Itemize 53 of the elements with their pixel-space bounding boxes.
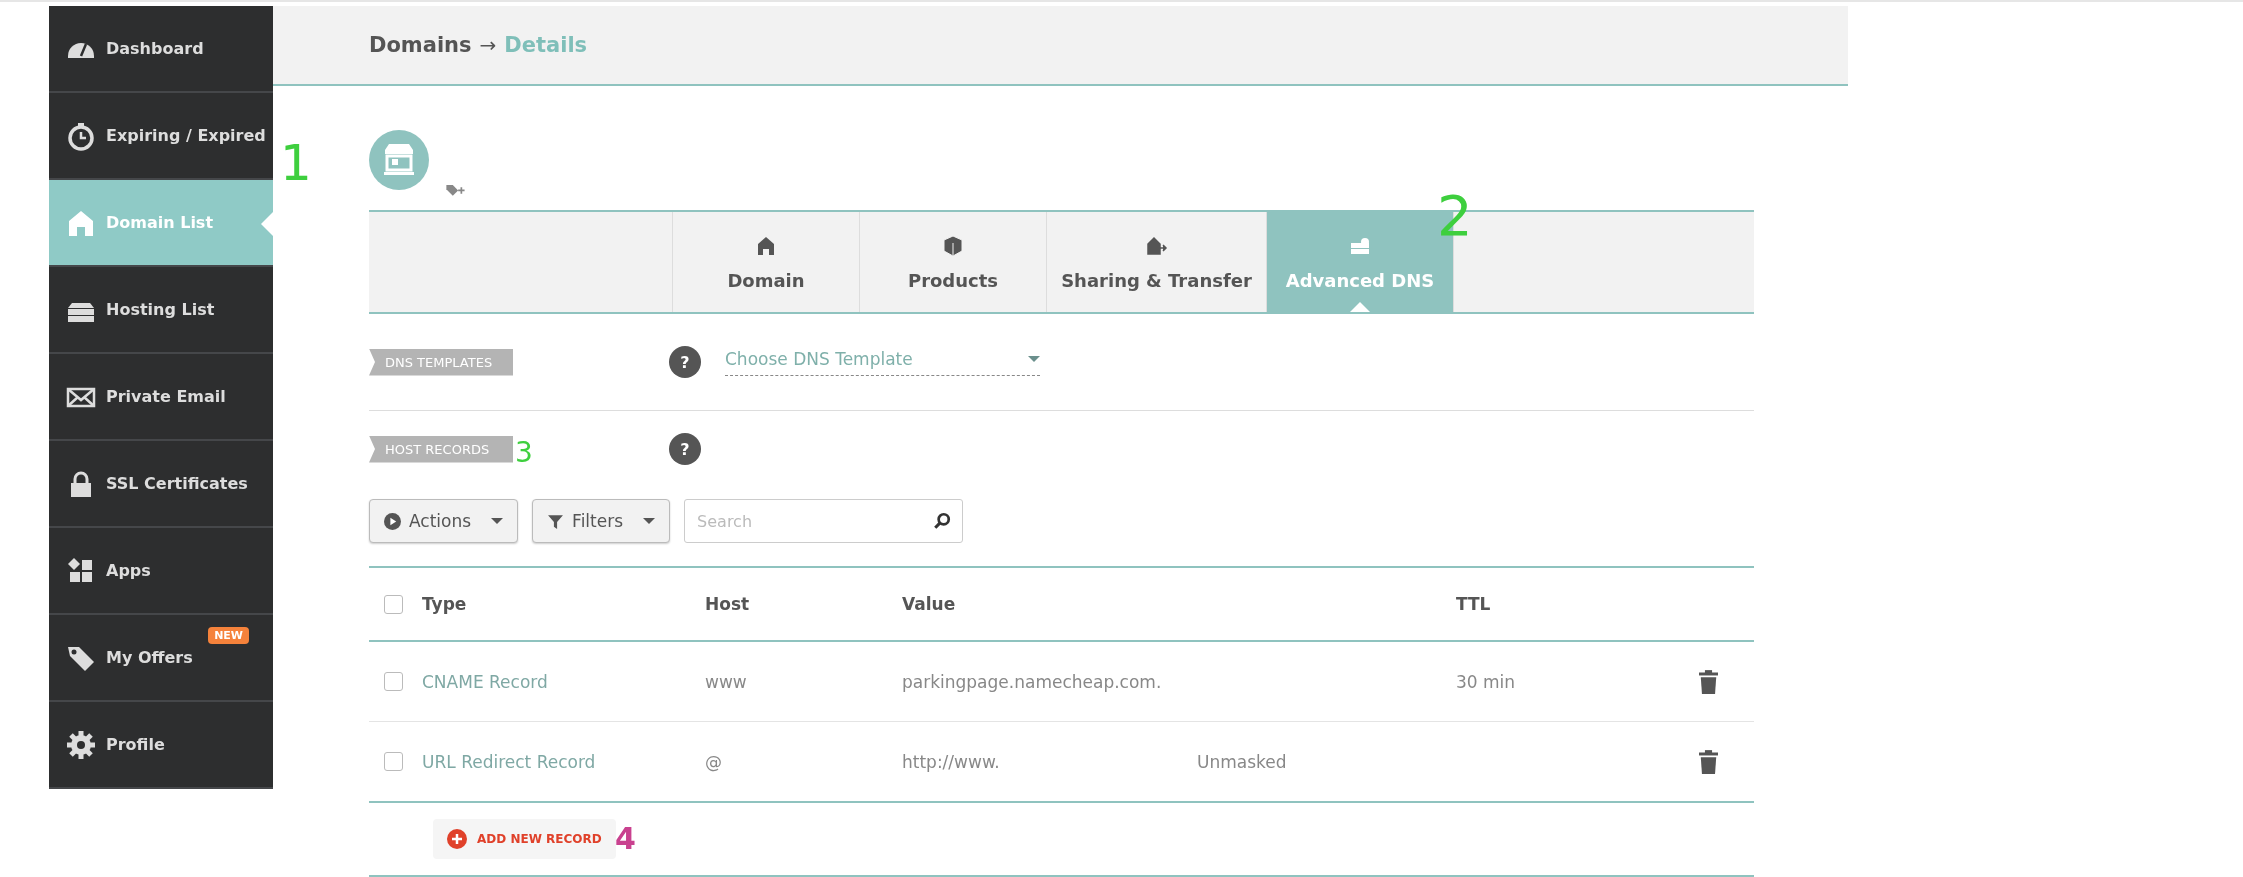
caret-icon (643, 518, 656, 524)
add-new-record-button[interactable]: ADD NEW RECORD (433, 819, 616, 859)
breadcrumb-link[interactable]: Domains (369, 33, 472, 57)
tab[interactable]: Products (860, 212, 1047, 312)
column-header: TTL (1456, 594, 1492, 614)
trash-icon[interactable] (1699, 749, 1718, 774)
annotation-number: 3 (515, 439, 533, 467)
table-cell: http://www. (902, 751, 1000, 772)
row-checkbox[interactable] (384, 752, 403, 771)
tab[interactable]: Domain (673, 212, 860, 312)
row-checkbox[interactable] (384, 672, 403, 691)
annotation-number: 4 (615, 824, 636, 854)
filter-icon (547, 512, 565, 530)
new-badge: NEW (208, 627, 249, 644)
help-button[interactable]: ? (669, 433, 701, 465)
section-label: HOST RECORDS (369, 435, 513, 463)
breadcrumb-separator: → (479, 33, 497, 57)
plus-icon (447, 829, 467, 849)
sidebar-item[interactable]: Hosting List (49, 267, 273, 354)
gear-icon (66, 729, 96, 760)
breadcrumb-current: Details (504, 33, 588, 57)
column-header: Type (422, 594, 468, 614)
caret-icon (1028, 355, 1040, 362)
table-cell: parkingpage.namecheap.com. (902, 671, 1162, 692)
section-label: DNS TEMPLATES (369, 348, 513, 376)
sidebar-item[interactable]: Apps (49, 528, 273, 615)
column-header: Value (902, 594, 957, 614)
selection-pointer (261, 212, 273, 236)
sidebar-item[interactable]: My Offers NEW (49, 615, 273, 702)
search-field[interactable]: Search (684, 499, 964, 543)
table-cell: Unmasked (1197, 751, 1287, 772)
column-header: Host (705, 594, 751, 614)
sidebar-item[interactable]: Profile (49, 702, 273, 789)
sidebar-item[interactable]: SSL Certificates (49, 441, 273, 528)
store-icon (369, 130, 429, 190)
caret-icon (491, 518, 504, 524)
actions-button[interactable]: Actions (369, 499, 519, 543)
table-cell: www (705, 671, 747, 692)
sidebar-item[interactable]: Private Email (49, 354, 273, 441)
table-cell: 30 min (1456, 671, 1516, 692)
table-cell: URL Redirect Record (422, 751, 596, 772)
box-icon (941, 233, 965, 258)
help-button[interactable]: ? (669, 346, 701, 378)
table-cell: CNAME Record (422, 671, 548, 692)
filters-button[interactable]: Filters (532, 499, 671, 543)
selection-pointer (1350, 302, 1370, 312)
play-icon (384, 512, 401, 530)
stopwatch-icon (66, 120, 96, 151)
trash-icon[interactable] (1699, 669, 1718, 694)
select-all-checkbox[interactable] (384, 594, 403, 614)
search-icon[interactable] (933, 512, 952, 530)
table-cell: @ (705, 751, 722, 772)
annotation-number: 1 (280, 138, 312, 188)
